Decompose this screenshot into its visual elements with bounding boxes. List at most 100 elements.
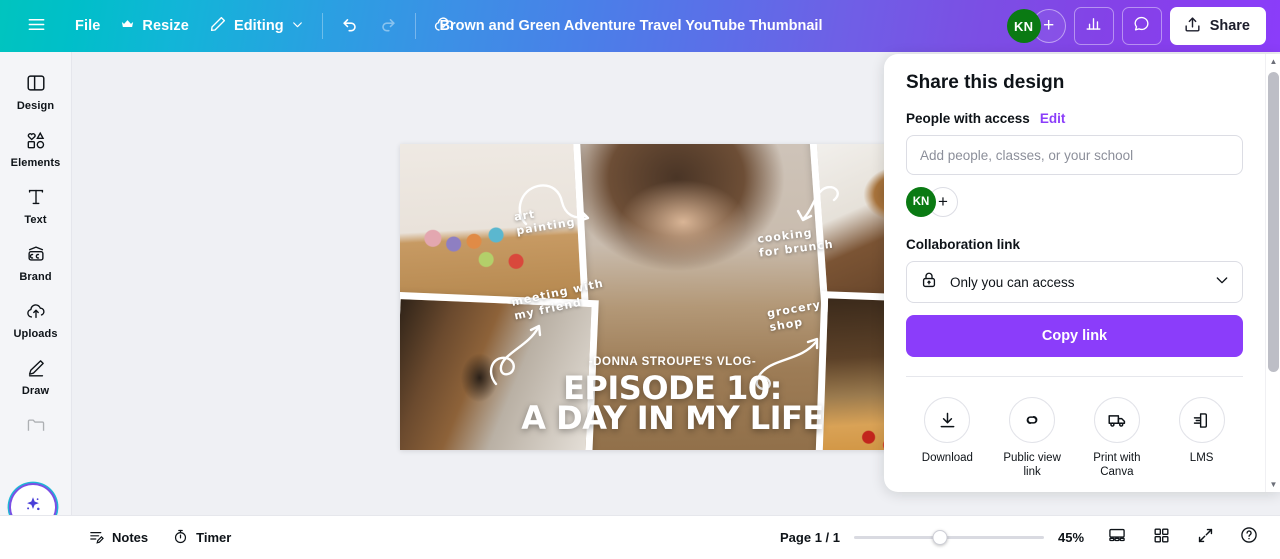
- avatar[interactable]: KN: [1006, 9, 1041, 43]
- top-toolbar: File Resize Editing Brown and Green Adve…: [0, 0, 1280, 52]
- hamburger-icon: [27, 15, 46, 38]
- resize-label: Resize: [142, 18, 189, 34]
- download-action-label: Download: [921, 452, 973, 464]
- public-view-link-action[interactable]: Public view link: [991, 393, 1074, 484]
- photo-art-painting: [400, 144, 589, 317]
- notes-button[interactable]: Notes: [78, 522, 158, 554]
- redo-arrow-icon: [378, 14, 398, 38]
- download-action[interactable]: Download: [906, 393, 989, 484]
- zoom-slider-knob[interactable]: [932, 530, 947, 545]
- zoom-slider[interactable]: [854, 530, 1044, 546]
- main-menu-button[interactable]: [18, 8, 55, 44]
- redo-button[interactable]: [369, 8, 407, 44]
- top-toolbar-left: File Resize Editing: [0, 8, 464, 44]
- sidebar-item-design[interactable]: Design: [4, 62, 68, 119]
- sidebar-item-brand[interactable]: Brand: [4, 233, 68, 290]
- editing-label: Editing: [233, 18, 284, 34]
- sidebar-item-uploads[interactable]: Uploads: [4, 290, 68, 347]
- access-level-value: Only you can access: [950, 274, 1075, 290]
- bottom-status-bar: Notes Timer Page 1 / 1 45%: [0, 515, 1280, 559]
- comments-button[interactable]: [1121, 7, 1162, 45]
- file-menu-label: File: [75, 18, 101, 34]
- sidebar-item-brand-label: Brand: [19, 271, 52, 283]
- people-with-access-row: People with access Edit: [906, 111, 1243, 126]
- bar-chart-icon: [1084, 14, 1103, 38]
- sidebar-item-text-label: Text: [24, 214, 47, 226]
- layout-panel-icon: [25, 71, 47, 95]
- undo-button[interactable]: [331, 8, 369, 44]
- scroll-up-arrow-icon[interactable]: ▲: [1266, 54, 1280, 69]
- sidebar-item-projects[interactable]: [4, 404, 68, 449]
- share-panel-scrollbar[interactable]: ▲ ▼: [1265, 54, 1280, 492]
- scroll-down-arrow-icon[interactable]: ▼: [1266, 477, 1280, 492]
- file-menu-button[interactable]: File: [65, 8, 110, 44]
- shared-avatars: KN +: [906, 187, 1243, 217]
- lms-action-label: LMS: [1189, 452, 1214, 464]
- zoom-value[interactable]: 45%: [1058, 530, 1088, 545]
- resize-button[interactable]: Resize: [110, 8, 199, 44]
- toolbar-divider-2: [414, 13, 416, 39]
- text-t-icon: [25, 185, 47, 209]
- timer-button[interactable]: Timer: [162, 522, 241, 554]
- toolbar-divider-1: [321, 13, 323, 39]
- collaborator-avatars: KN +: [1006, 9, 1066, 43]
- share-panel-content: Share this design People with access Edi…: [884, 54, 1265, 492]
- expand-fullscreen-icon: [1196, 526, 1215, 550]
- print-with-canva-action-label: Print with Canva: [1093, 452, 1141, 479]
- access-level-dropdown[interactable]: Only you can access: [906, 261, 1243, 303]
- people-with-access-label: People with access: [906, 111, 1030, 126]
- lms-action[interactable]: LMS: [1160, 393, 1243, 484]
- projects-folder-icon: [25, 413, 47, 437]
- grid-view-icon: [1152, 526, 1171, 550]
- sidebar-item-design-label: Design: [16, 100, 55, 112]
- stopwatch-icon: [172, 528, 189, 548]
- presentation-view-icon: [1107, 525, 1127, 550]
- photo-meeting-friend: [400, 291, 599, 450]
- sidebar-item-draw[interactable]: Draw: [4, 347, 68, 404]
- collaboration-link-label: Collaboration link: [906, 237, 1021, 252]
- bottom-bar-left: Notes Timer: [0, 522, 241, 554]
- edit-people-link[interactable]: Edit: [1040, 111, 1066, 126]
- copy-link-button[interactable]: Copy link: [906, 315, 1243, 357]
- grid-view-button[interactable]: [1146, 523, 1176, 553]
- link-chain-icon: [1009, 397, 1056, 443]
- public-view-link-action-label: Public view link: [1003, 452, 1061, 479]
- avatar[interactable]: KN: [906, 187, 936, 217]
- comment-bubble-icon: [1132, 14, 1151, 38]
- left-sidebar: Design Elements Text Brand Uploads Draw: [0, 52, 72, 559]
- share-panel-title: Share this design: [906, 72, 1065, 93]
- print-with-canva-action[interactable]: Print with Canva: [1076, 393, 1159, 484]
- share-actions-grid-row2: [906, 484, 1243, 492]
- top-toolbar-right: KN + Share: [1006, 7, 1280, 45]
- lms-document-icon: [1178, 397, 1225, 443]
- insights-button[interactable]: [1073, 7, 1114, 45]
- sidebar-item-elements[interactable]: Elements: [4, 119, 68, 176]
- scrollbar-thumb[interactable]: [1268, 72, 1279, 372]
- design-canvas[interactable]: art painting meeting with my friend cook…: [400, 144, 945, 450]
- sidebar-item-text[interactable]: Text: [4, 176, 68, 233]
- zoom-slider-track: [854, 536, 1044, 539]
- sidebar-item-uploads-label: Uploads: [13, 328, 58, 340]
- page-indicator: Page 1 / 1: [780, 530, 840, 545]
- upload-cloud-icon: [25, 299, 47, 323]
- presentation-view-button[interactable]: [1102, 523, 1132, 553]
- share-upload-icon: [1183, 15, 1202, 38]
- share-actions-grid: Download Public view link Print with Can…: [906, 377, 1243, 484]
- fullscreen-button[interactable]: [1190, 523, 1220, 553]
- add-people-input[interactable]: [906, 135, 1243, 175]
- help-button[interactable]: [1234, 523, 1264, 553]
- padlock-icon: [919, 270, 939, 295]
- notes-label: Notes: [112, 530, 149, 545]
- delivery-truck-icon: [1093, 397, 1140, 443]
- crown-icon: [120, 17, 135, 36]
- bottom-bar-right: Page 1 / 1 45%: [780, 523, 1280, 553]
- editing-mode-button[interactable]: Editing: [199, 8, 314, 44]
- design-title[interactable]: Brown and Green Adventure Travel YouTube…: [430, 12, 833, 40]
- shapes-icon: [25, 128, 47, 152]
- pencil-icon: [209, 15, 227, 37]
- share-button[interactable]: Share: [1169, 7, 1266, 45]
- timer-label: Timer: [196, 530, 232, 545]
- canva-editor-window: File Resize Editing Brown and Green Adve…: [0, 0, 1280, 559]
- share-button-label: Share: [1209, 18, 1250, 34]
- chevron-down-icon: [291, 18, 304, 35]
